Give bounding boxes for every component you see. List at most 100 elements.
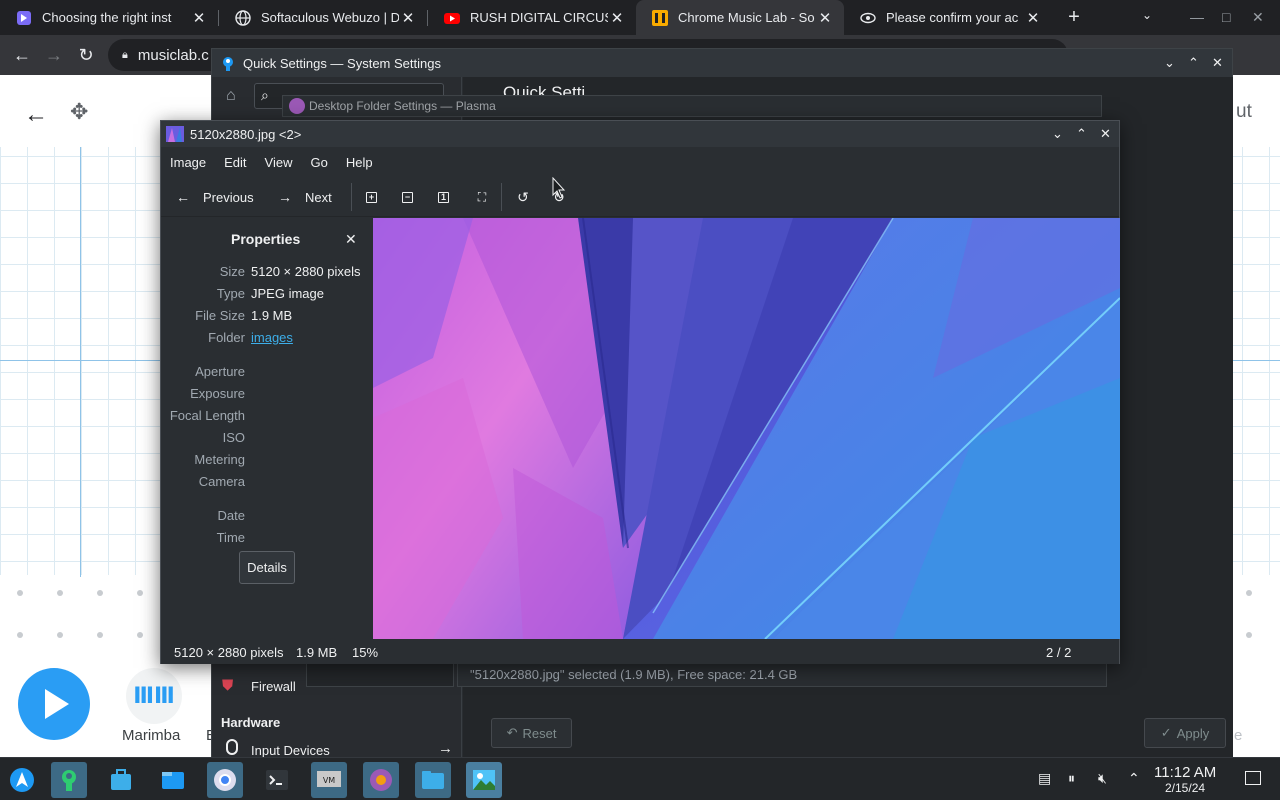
system-settings-title: Quick Settings — System Settings <box>243 55 441 71</box>
vm-manager-task-icon[interactable]: VM <box>311 762 347 798</box>
browser-minimize-button[interactable]: — <box>1190 9 1204 25</box>
next-button[interactable]: → Next <box>277 185 332 209</box>
system-settings-task-icon[interactable] <box>51 762 87 798</box>
previous-button[interactable]: ← Previous <box>175 185 254 209</box>
chrome-task-icon[interactable] <box>207 762 243 798</box>
folder-path-field[interactable] <box>306 661 454 687</box>
file-selection-status: "5120x2880.jpg" selected (1.9 MB), Free … <box>457 661 1107 687</box>
close-icon[interactable]: ✕ <box>1212 55 1223 71</box>
play-button[interactable] <box>18 668 90 740</box>
close-tab-icon[interactable]: ✕ <box>1024 9 1042 27</box>
property-row-exposure: Exposure <box>161 386 373 406</box>
gwenview-app-icon <box>166 126 184 142</box>
apply-button[interactable]: ✓ Apply <box>1144 718 1226 748</box>
image-view[interactable] <box>373 218 1120 639</box>
property-value: 5120 × 2880 pixels <box>251 264 361 279</box>
close-tab-icon[interactable]: ✕ <box>816 9 834 27</box>
header-about-text[interactable]: ut <box>1236 101 1252 123</box>
firewall-icon: ⛊ <box>222 677 234 694</box>
browser-maximize-button[interactable]: □ <box>1222 9 1230 25</box>
plasma-settings-task-icon[interactable] <box>363 762 399 798</box>
volume-muted-icon[interactable]: 🔇︎ <box>1098 770 1107 787</box>
status-file-size: 1.9 MB <box>296 645 338 660</box>
forward-arrow-icon[interactable]: → <box>42 43 66 67</box>
zoom-level[interactable]: 15% <box>352 645 378 660</box>
property-row-time: Time <box>161 530 373 550</box>
dolphin-files-icon[interactable] <box>155 762 191 798</box>
desktop-folder-title: Desktop Folder Settings — Plasma <box>309 99 496 113</box>
fullscreen-button[interactable]: ⛶ <box>474 185 490 209</box>
menu-edit[interactable]: Edit <box>215 155 255 170</box>
tab-chrome-music-lab[interactable]: Chrome Music Lab - So ✕ <box>636 0 844 35</box>
next-label: Next <box>305 189 332 205</box>
close-panel-icon[interactable]: ✕ <box>345 231 357 248</box>
media-pause-icon[interactable]: ⏸︎ <box>1068 770 1075 787</box>
back-arrow-icon[interactable]: ← <box>24 101 48 129</box>
tab-search-button[interactable]: ⌄ <box>1142 8 1152 22</box>
close-tab-icon[interactable]: ✕ <box>608 9 626 27</box>
chevron-down-icon[interactable]: ⌄ <box>1164 55 1175 71</box>
sidebar-item-firewall[interactable]: Firewall <box>251 679 296 694</box>
terminal-icon[interactable] <box>259 762 295 798</box>
sidebar-item-input-devices[interactable]: Input Devices <box>251 743 330 758</box>
apply-label: Apply <box>1176 725 1210 741</box>
home-icon[interactable]: ⌂ <box>226 87 236 105</box>
gwenview-task-icon[interactable] <box>466 762 502 798</box>
close-tab-icon[interactable]: ✕ <box>190 9 208 27</box>
browser-close-button[interactable]: ✕ <box>1252 9 1264 26</box>
search-icon: ⌕ <box>261 87 269 103</box>
chevron-up-icon[interactable]: ⌃ <box>1188 55 1199 71</box>
zoom-out-button[interactable]: − <box>402 185 413 209</box>
reload-icon[interactable]: ↻ <box>74 43 98 67</box>
property-row-metering: Metering <box>161 452 373 472</box>
move-icon[interactable]: ✥ <box>70 99 88 125</box>
clock-date[interactable]: 2/15/24 <box>1165 781 1205 795</box>
settings-label-fragment: e <box>1234 727 1243 744</box>
chevron-up-icon[interactable]: ⌃ <box>1076 126 1087 142</box>
property-key: Focal Length <box>169 408 245 423</box>
tab-please-confirm[interactable]: Please confirm your ac ✕ <box>844 0 1052 35</box>
new-tab-button[interactable]: + <box>1063 5 1085 29</box>
tab-rush-digital-circus[interactable]: RUSH DIGITAL CIRCUS ✕ <box>428 0 636 35</box>
tab-softaculous[interactable]: Softaculous Webuzo | D ✕ <box>219 0 427 35</box>
property-key: Folder <box>208 330 245 345</box>
menu-image[interactable]: Image <box>161 155 215 170</box>
menu-help[interactable]: Help <box>337 155 382 170</box>
chevron-down-icon[interactable]: ⌄ <box>1052 126 1063 142</box>
image-position: 2 / 2 <box>1046 645 1072 660</box>
property-key: ISO <box>222 430 245 445</box>
property-row-date: Date <box>161 508 373 528</box>
marimba-instrument-button[interactable]: ⅢⅢ <box>126 668 182 724</box>
tab-choosing-instrument[interactable]: Choosing the right inst ✕ <box>0 0 218 35</box>
reset-label: Reset <box>522 725 557 741</box>
reset-button[interactable]: ↶ Reset <box>491 718 572 748</box>
folder-link[interactable]: images <box>251 330 293 345</box>
zoom-in-button[interactable]: + <box>366 185 377 209</box>
clipboard-icon[interactable]: ▤ <box>1038 770 1051 787</box>
rotate-left-icon: ↺ <box>517 188 529 205</box>
gwenview-window: 5120x2880.jpg <2> ⌄ ⌃ ✕ Image Edit View … <box>160 120 1120 664</box>
property-key: Aperture <box>195 364 245 379</box>
application-launcher-icon[interactable] <box>4 762 40 798</box>
actual-size-button[interactable]: 1 <box>438 185 449 209</box>
discover-icon[interactable] <box>103 762 139 798</box>
clock-time[interactable]: 11:12 AM <box>1154 764 1216 781</box>
chevron-up-icon[interactable]: ⌃ <box>1128 770 1140 787</box>
menu-go[interactable]: Go <box>302 155 337 170</box>
address-text: musiclab.c <box>137 46 209 64</box>
desktop-screen: { "chrome": { "tabs": [ {"title": "Choos… <box>0 0 1280 800</box>
youtube-favicon-icon <box>444 10 460 26</box>
reset-icon: ↶ <box>506 725 518 740</box>
svg-text:VM: VM <box>323 776 335 785</box>
system-settings-titlebar: Quick Settings — System Settings ⌄ ⌃ ✕ <box>212 49 1232 77</box>
details-button[interactable]: Details <box>239 551 295 584</box>
rotate-left-button[interactable]: ↺ <box>515 185 531 209</box>
show-desktop-icon[interactable] <box>1245 771 1261 785</box>
close-icon[interactable]: ✕ <box>1100 126 1111 142</box>
property-row-folder: Folder images <box>161 330 373 350</box>
property-key: Camera <box>198 474 245 489</box>
folder-task-icon[interactable] <box>415 762 451 798</box>
close-tab-icon[interactable]: ✕ <box>399 9 417 27</box>
menu-view[interactable]: View <box>256 155 302 170</box>
back-arrow-icon[interactable]: ← <box>10 43 34 67</box>
